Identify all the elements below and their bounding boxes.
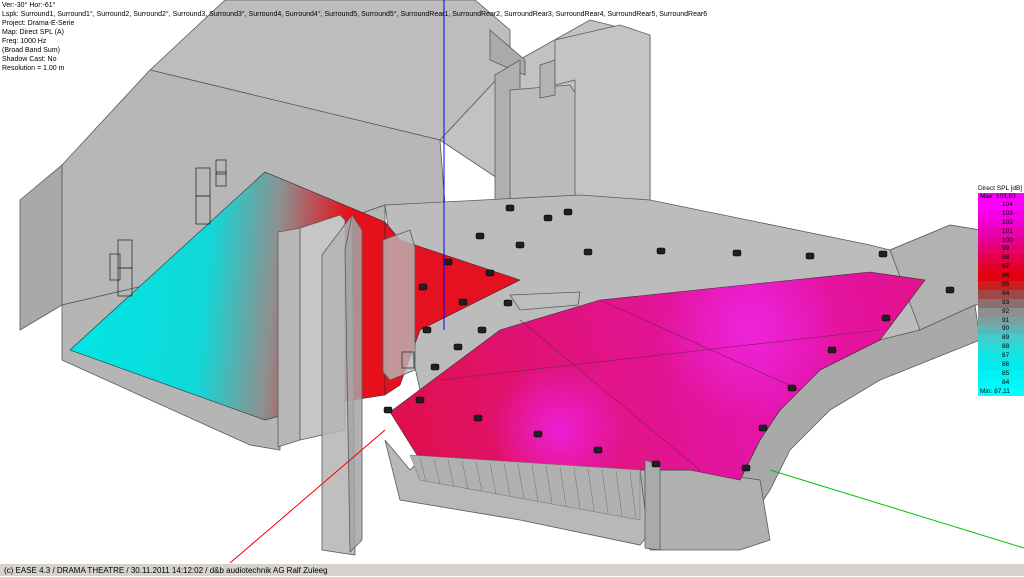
legend-entry: 93 <box>978 298 1024 308</box>
legend-entry: 92 <box>978 307 1024 317</box>
legend-entry: 99 <box>978 245 1024 255</box>
legend-entry: 85 <box>978 369 1024 379</box>
loudspeaker-icon <box>945 286 955 294</box>
loudspeaker-icon <box>383 406 393 414</box>
info-map: Map: Direct SPL (A) <box>2 29 64 36</box>
loudspeaker-icon <box>651 460 661 468</box>
legend-entry: 87 <box>978 352 1024 362</box>
status-bar: (c) EASE 4.3 / DRAMA THEATRE / 30.11.201… <box>0 563 1024 576</box>
legend-entry: 91 <box>978 316 1024 326</box>
loudspeaker-icon <box>758 424 768 432</box>
legend-max: Max: 103,83 <box>978 193 1024 201</box>
loudspeaker-icon <box>475 232 485 240</box>
info-resolution: Resolution = 1.00 m <box>2 65 65 72</box>
column-right-wall <box>644 459 661 551</box>
stage-house-left-wall <box>19 164 63 331</box>
loudspeaker-icon <box>593 446 603 454</box>
legend-entry: 102 <box>978 218 1024 228</box>
legend-entry: 94 <box>978 289 1024 299</box>
info-project: Project: Drama-E-Serie <box>2 20 75 27</box>
info-frequency: Freq: 1000 Hz <box>2 38 47 45</box>
legend-entry: 90 <box>978 325 1024 335</box>
loudspeaker-icon <box>732 249 742 257</box>
spl-color-legend: Direct SPL [dB] Max: 103,83 104 103 102 101… <box>978 184 1024 396</box>
loudspeaker-icon <box>443 258 453 266</box>
column-mid-a <box>382 229 416 381</box>
loudspeaker-icon <box>477 326 487 334</box>
legend-entry: 88 <box>978 343 1024 353</box>
loudspeaker-icon <box>656 247 666 255</box>
legend-min: Min: 87,11 <box>978 387 1024 396</box>
legend-entry: 97 <box>978 263 1024 273</box>
legend-entry: 96 <box>978 272 1024 282</box>
legend-entry: 95 <box>978 281 1024 290</box>
loudspeaker-icon <box>422 326 432 334</box>
loudspeaker-icon <box>503 299 513 307</box>
loudspeaker-icon <box>543 214 553 222</box>
column-left-a <box>277 227 301 448</box>
legend-entry: 100 <box>978 236 1024 246</box>
legend-entry: 98 <box>978 254 1024 264</box>
legend-entry: 86 <box>978 361 1024 370</box>
loudspeaker-icon <box>741 464 751 472</box>
loudspeaker-icon <box>827 346 837 354</box>
legend-entry: 103 <box>978 209 1024 219</box>
info-loudspeakers: Lspk: Surround1, Surround1°, Surround2, … <box>2 11 708 18</box>
loudspeaker-icon <box>473 414 483 422</box>
loudspeaker-icon <box>881 314 891 322</box>
legend-entry: 84 <box>978 378 1024 388</box>
legend-scale: 104 103 102 101 100 99 98 97 96 95 94 93 92 91 90 89 88 8… <box>978 201 1024 388</box>
loudspeaker-icon <box>453 343 463 351</box>
3d-room-viewport[interactable] <box>0 0 1024 564</box>
loudspeaker-icon <box>485 269 495 277</box>
loudspeaker-icon <box>563 208 573 216</box>
loudspeaker-icon <box>533 430 543 438</box>
loudspeaker-icon <box>430 363 440 371</box>
loudspeaker-icon <box>418 283 428 291</box>
legend-entry: 89 <box>978 334 1024 344</box>
loudspeaker-icon <box>458 298 468 306</box>
loudspeaker-icon <box>505 204 515 212</box>
loudspeaker-icon <box>805 252 815 260</box>
loudspeaker-icon <box>415 396 425 404</box>
view-info-panel: Ver:-30° Hor:-61° Lspk: Surround1, Surro… <box>2 1 707 73</box>
legend-title: Direct SPL [dB] <box>978 185 1023 192</box>
info-view-angle: Ver:-30° Hor:-61° <box>2 2 56 9</box>
legend-entry: 101 <box>978 227 1024 237</box>
loudspeaker-icon <box>583 248 593 256</box>
info-shadow-cast: Shadow Cast: No <box>2 56 57 63</box>
y-axis <box>769 469 1024 549</box>
info-band: (Broad Band Sum) <box>2 47 60 54</box>
loudspeaker-icon <box>787 384 797 392</box>
legend-entry: 104 <box>978 201 1024 210</box>
room-model-svg <box>19 0 1024 564</box>
loudspeaker-icon <box>878 250 888 258</box>
loudspeaker-icon <box>515 241 525 249</box>
